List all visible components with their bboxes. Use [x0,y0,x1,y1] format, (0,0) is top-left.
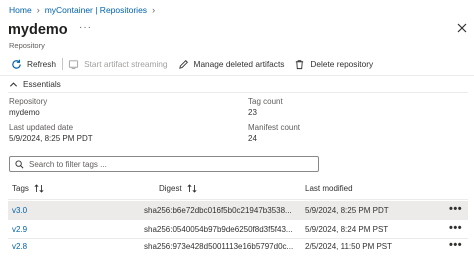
digest-cell: sha256:0540054b97b9de6250f8d3f5f43... [144,225,293,234]
table-row[interactable]: v2.8 sha256:973e428d5001113e16b5797d0c..… [8,237,468,256]
column-header-tags[interactable]: Tags [12,184,44,193]
last-updated-label: Last updated date [9,123,74,132]
sort-icon [187,184,197,193]
essentials-divider [8,92,468,93]
breadcrumb-repositories-link[interactable]: myContainer | Repositories [45,5,147,15]
toolbar-divider [62,58,64,70]
column-header-digest[interactable]: Digest [159,184,197,193]
table-header-divider [8,199,468,200]
tag-link[interactable]: v2.9 [12,225,27,234]
manage-deleted-artifacts-label: Manage deleted artifacts [193,59,285,69]
search-input[interactable] [29,159,309,169]
toolbar-divider-line [0,75,474,76]
repository-value: mydemo [9,108,40,117]
last-modified-cell: 2/5/2024, 11:50 PM PST [305,242,393,251]
row-more-button[interactable]: ••• [449,203,462,215]
table-row[interactable]: v3.0 sha256:b6e72dbc016f5b0c21947b3538..… [8,201,468,220]
sort-icon [34,184,44,193]
refresh-button[interactable]: Refresh [11,59,56,70]
row-more-button[interactable]: ••• [449,239,462,251]
refresh-label: Refresh [27,59,57,69]
refresh-icon [12,59,21,69]
delete-repository-button[interactable]: Delete repository [294,59,373,70]
column-header-tags-label: Tags [12,184,29,193]
breadcrumb-home-link[interactable]: Home [9,5,32,15]
manage-deleted-artifacts-button[interactable]: Manage deleted artifacts [178,59,285,70]
manifest-count-value: 24 [248,134,257,143]
close-icon[interactable] [455,21,469,35]
tag-count-label: Tag count [248,97,283,106]
page-subtitle: Repository [9,41,45,50]
tag-link[interactable]: v2.8 [12,242,27,251]
trash-icon [296,59,304,69]
chevron-right-icon: › [152,4,156,15]
chevron-up-icon [9,81,18,87]
edit-icon [178,59,188,69]
manifest-count-label: Manifest count [248,123,301,132]
tag-count-value: 23 [248,108,257,117]
start-artifact-streaming-label: Start artifact streaming [84,59,168,69]
breadcrumb: Home › myContainer | Repositories › [9,5,160,15]
essentials-heading: Essentials [23,79,61,89]
more-options-button[interactable]: ··· [79,22,92,33]
column-header-digest-label: Digest [159,184,182,193]
search-icon [15,159,24,168]
column-header-last-modified-label: Last modified [305,184,353,193]
delete-repository-label: Delete repository [310,59,374,69]
row-more-button[interactable]: ••• [449,222,462,234]
search-box [9,156,319,172]
digest-cell: sha256:973e428d5001113e16b5797d0c... [144,242,294,251]
tag-link[interactable]: v3.0 [12,206,27,215]
last-modified-cell: 5/9/2024, 8:25 PM PDT [305,206,389,215]
column-header-last-modified[interactable]: Last modified [305,184,353,193]
streaming-icon [68,59,79,69]
digest-cell: sha256:b6e72dbc016f5b0c21947b3538... [144,206,292,215]
page-title: mydemo [8,22,68,38]
command-bar: Refresh Start artifact streaming Manage … [0,56,474,72]
repository-label: Repository [9,97,48,106]
essentials-toggle[interactable]: Essentials [9,79,61,89]
start-artifact-streaming-button[interactable]: Start artifact streaming [68,59,168,70]
last-updated-value: 5/9/2024, 8:25 PM PDT [9,134,93,143]
last-modified-cell: 5/9/2024, 8:24 PM PST [305,225,389,234]
chevron-right-icon: › [36,4,40,15]
